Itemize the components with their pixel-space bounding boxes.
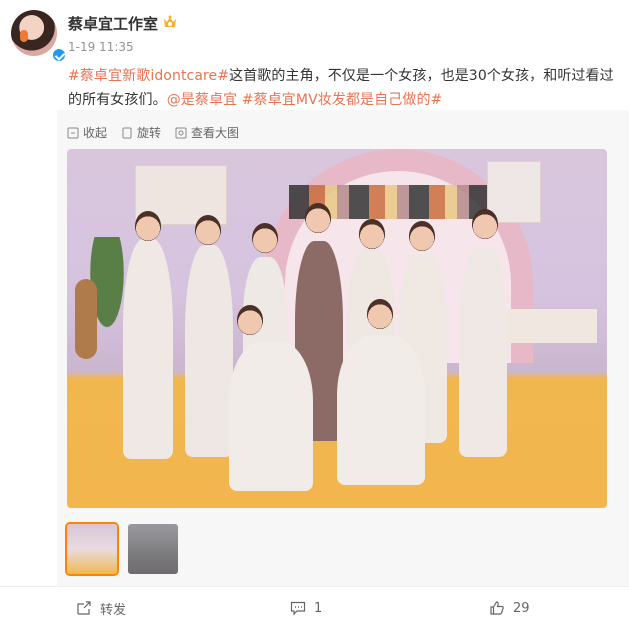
username[interactable]: 蔡卓宜工作室 <box>68 13 158 34</box>
collapse-label: 收起 <box>83 126 108 140</box>
thumbnail-selected[interactable] <box>67 524 117 574</box>
verified-icon <box>51 47 67 63</box>
avatar-decoration <box>20 30 28 42</box>
media-toolbar: 收起 旋转 查看大图 <box>67 124 239 141</box>
photo-guitar <box>75 279 97 359</box>
view-large-label: 查看大图 <box>191 126 240 140</box>
photo-person <box>409 221 435 251</box>
like-button[interactable]: 29 <box>489 588 530 628</box>
collapse-icon <box>67 127 79 138</box>
view-large-icon <box>175 127 187 138</box>
photo-person <box>367 299 393 329</box>
photo-person <box>459 247 507 457</box>
avatar[interactable] <box>11 10 67 63</box>
main-photo[interactable] <box>67 149 607 508</box>
thumbnail[interactable] <box>128 524 178 574</box>
photo-person <box>185 245 233 457</box>
comment-button[interactable]: 1 <box>290 588 322 628</box>
rotate-icon <box>122 127 132 138</box>
like-icon <box>490 601 504 615</box>
photo-person <box>252 223 278 253</box>
photo-person <box>123 239 173 459</box>
comment-count: 1 <box>314 600 323 616</box>
rotate-button[interactable]: 旋转 <box>121 124 161 141</box>
photo-person <box>195 215 221 245</box>
post-timestamp[interactable]: 1-19 11:35 <box>68 40 134 54</box>
photo-person <box>359 219 385 249</box>
photo-person <box>472 209 498 239</box>
photo-side-shelf <box>507 309 597 343</box>
view-large-button[interactable]: 查看大图 <box>175 124 239 141</box>
repost-label: 转发 <box>100 602 127 618</box>
mention-link[interactable]: @是蔡卓宜 <box>167 92 238 108</box>
photo-person <box>237 305 263 335</box>
collapse-button[interactable]: 收起 <box>67 124 107 141</box>
like-count: 29 <box>513 600 530 616</box>
divider <box>0 586 629 587</box>
action-bar: 转发 1 29 <box>0 588 629 628</box>
photo-person <box>135 211 161 241</box>
photo-person <box>337 335 425 485</box>
comment-icon <box>290 601 306 616</box>
photo-person <box>305 203 331 233</box>
repost-button[interactable]: 转发 <box>76 588 126 628</box>
crown-icon <box>164 15 176 27</box>
hashtag-link[interactable]: #蔡卓宜MV妆发都是自己做的# <box>242 92 443 108</box>
photo-person <box>229 341 313 491</box>
post-text: #蔡卓宜新歌idontcare#这首歌的主角，不仅是一个女孩，也是30个女孩，和… <box>68 64 620 112</box>
repost-icon <box>77 601 91 615</box>
weibo-post: 蔡卓宜工作室 1-19 11:35 #蔡卓宜新歌idontcare#这首歌的主角… <box>0 0 629 632</box>
hashtag-link[interactable]: #蔡卓宜新歌idontcare# <box>68 68 229 84</box>
rotate-label: 旋转 <box>137 126 162 140</box>
